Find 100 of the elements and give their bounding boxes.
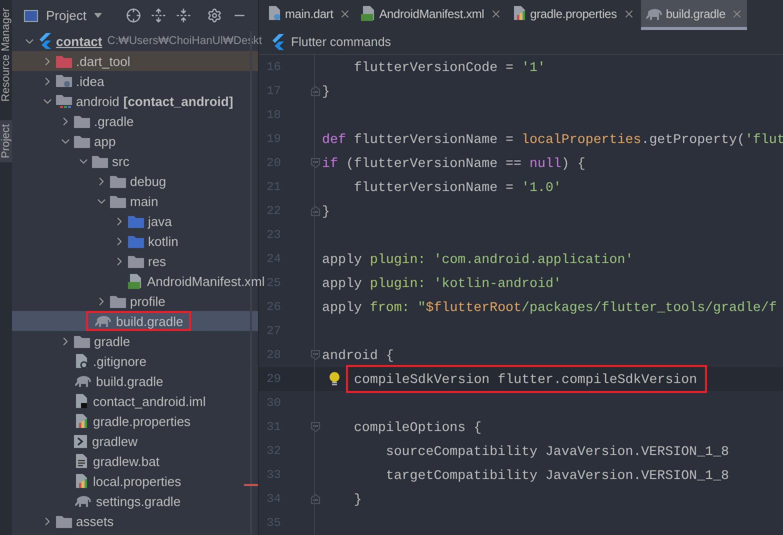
tree-row[interactable]: local.properties: [12, 471, 258, 491]
file-icon: [267, 6, 282, 22]
tree-label: res: [148, 254, 166, 268]
tree-row[interactable]: res: [12, 251, 258, 271]
tree-row[interactable]: gradlew: [12, 431, 258, 451]
elephant-icon: [74, 495, 92, 507]
tree-row[interactable]: assets: [12, 511, 258, 531]
editor-tab[interactable]: build.gradle: [640, 0, 748, 30]
folder-icon: [92, 154, 108, 168]
project-view-dropdown[interactable]: Project: [24, 8, 102, 23]
tree-row[interactable]: android [contact_android]: [12, 91, 258, 111]
code-line: apply plugin: 'kotlin-android': [322, 276, 562, 290]
tree-label: build.gradle: [96, 374, 164, 388]
editor-tab[interactable]: gradle.properties: [508, 0, 639, 30]
folder-icon: [110, 194, 126, 208]
tree-label: .dart_tool: [76, 54, 130, 68]
tree-label: contact: [56, 34, 102, 48]
tree-row[interactable]: build.gradle: [12, 371, 258, 391]
side-tool-tab[interactable]: Resource Manager: [0, 4, 12, 106]
window-icon: [24, 10, 38, 22]
tree-row[interactable]: java: [12, 211, 258, 231]
folder-icon: [128, 254, 144, 268]
code-line: }: [322, 84, 330, 98]
code-line: }: [322, 204, 330, 218]
close-icon[interactable]: [339, 8, 352, 20]
close-icon[interactable]: [622, 8, 635, 20]
folder-icon: [128, 234, 144, 248]
tree-row[interactable]: kotlin: [12, 231, 258, 251]
side-tool-tab[interactable]: Project: [0, 120, 12, 162]
folder-icon: [110, 294, 126, 308]
folder-gear-icon: [56, 74, 72, 88]
tree-row[interactable]: gradlew.bat: [12, 451, 258, 471]
tree-label: .idea: [76, 74, 104, 88]
tree-label: local.properties: [93, 474, 182, 488]
tree-row[interactable]: src: [12, 151, 258, 171]
lightbulb-icon[interactable]: [328, 372, 340, 386]
tree-label: build.gradle: [116, 314, 184, 328]
editor-tab[interactable]: AndroidManifest.xml: [357, 0, 506, 30]
tree-row[interactable]: gradle.properties: [12, 411, 258, 431]
file-icon: [74, 394, 89, 408]
tree-label: contact_android.iml: [93, 394, 206, 408]
close-icon[interactable]: [731, 8, 744, 20]
tree-row[interactable]: .gitignore: [12, 351, 258, 371]
folder-icon: [74, 134, 90, 148]
tree-row[interactable]: .idea: [12, 71, 258, 91]
tree-label: debug: [130, 174, 166, 188]
tree-row[interactable]: .gradle: [12, 111, 258, 131]
flutter-logo-icon: [38, 33, 52, 49]
tree-label: gradle.properties: [93, 414, 191, 428]
tree-row[interactable]: debug: [12, 171, 258, 191]
tree-label: java: [148, 214, 172, 228]
file-icon: [361, 6, 376, 22]
tree-label: gradle: [94, 334, 130, 348]
tree-label: src: [112, 154, 130, 168]
crosshair-icon[interactable]: [126, 8, 142, 23]
code-line: android {: [322, 348, 394, 362]
tree-row[interactable]: settings.gradle: [12, 491, 258, 511]
elephant-icon: [644, 8, 663, 20]
flutter-logo-icon: [271, 34, 285, 50]
module-folder-icon: [56, 94, 72, 108]
tree-row[interactable]: .dart_tool: [12, 51, 258, 71]
tree-label: android: [76, 94, 120, 108]
tree-label: profile: [130, 294, 166, 308]
collapse-all-icon[interactable]: [176, 8, 192, 23]
tree-row[interactable]: gradle: [12, 331, 258, 351]
file-icon: [74, 354, 89, 368]
tree-label: gradlew.bat: [93, 454, 160, 468]
file-icon: [74, 414, 89, 428]
tree-label: main: [130, 194, 158, 208]
settings-icon[interactable]: [207, 8, 222, 23]
tree-label: .gradle: [94, 114, 134, 128]
expand-all-icon[interactable]: [151, 8, 166, 23]
folder-icon: [110, 174, 126, 188]
file-icon: [74, 474, 89, 488]
file-icon: [74, 454, 89, 468]
elephant-icon: [94, 315, 112, 327]
code-line: }: [352, 492, 362, 506]
tree-label: kotlin: [148, 234, 178, 248]
module-name: [contact_android]: [123, 94, 234, 108]
folder-icon: [128, 214, 144, 228]
code-line: apply from: "$flutterRoot/packages/flutter_tools/gradle/f: [322, 300, 777, 314]
code-line: flutterVersionName = '1.0': [352, 180, 562, 194]
folder-icon: [56, 514, 72, 528]
folder-icon: [56, 54, 72, 68]
tree-row[interactable]: build.gradle: [12, 311, 258, 331]
tree-label: AndroidManifest.xml: [147, 274, 265, 288]
file-icon: [128, 274, 143, 288]
tree-row[interactable]: app: [12, 131, 258, 151]
tree-row[interactable]: contact_android.iml: [12, 391, 258, 411]
tree-row[interactable]: profile: [12, 291, 258, 311]
project-path: C:₩Users₩ChoiHanUl₩Deskt: [107, 35, 262, 47]
code-line: targetCompatibility JavaVersion.VERSION_1_8: [384, 468, 729, 482]
banner-label[interactable]: Flutter commands: [291, 35, 392, 50]
file-icon: [512, 6, 528, 22]
close-icon[interactable]: [490, 8, 502, 20]
elephant-icon: [74, 375, 92, 387]
editor-tab[interactable]: main.dart: [263, 0, 356, 30]
tree-row[interactable]: main: [12, 191, 258, 211]
terminal-file-icon: [74, 434, 88, 448]
tree-label: gradlew: [92, 434, 138, 448]
